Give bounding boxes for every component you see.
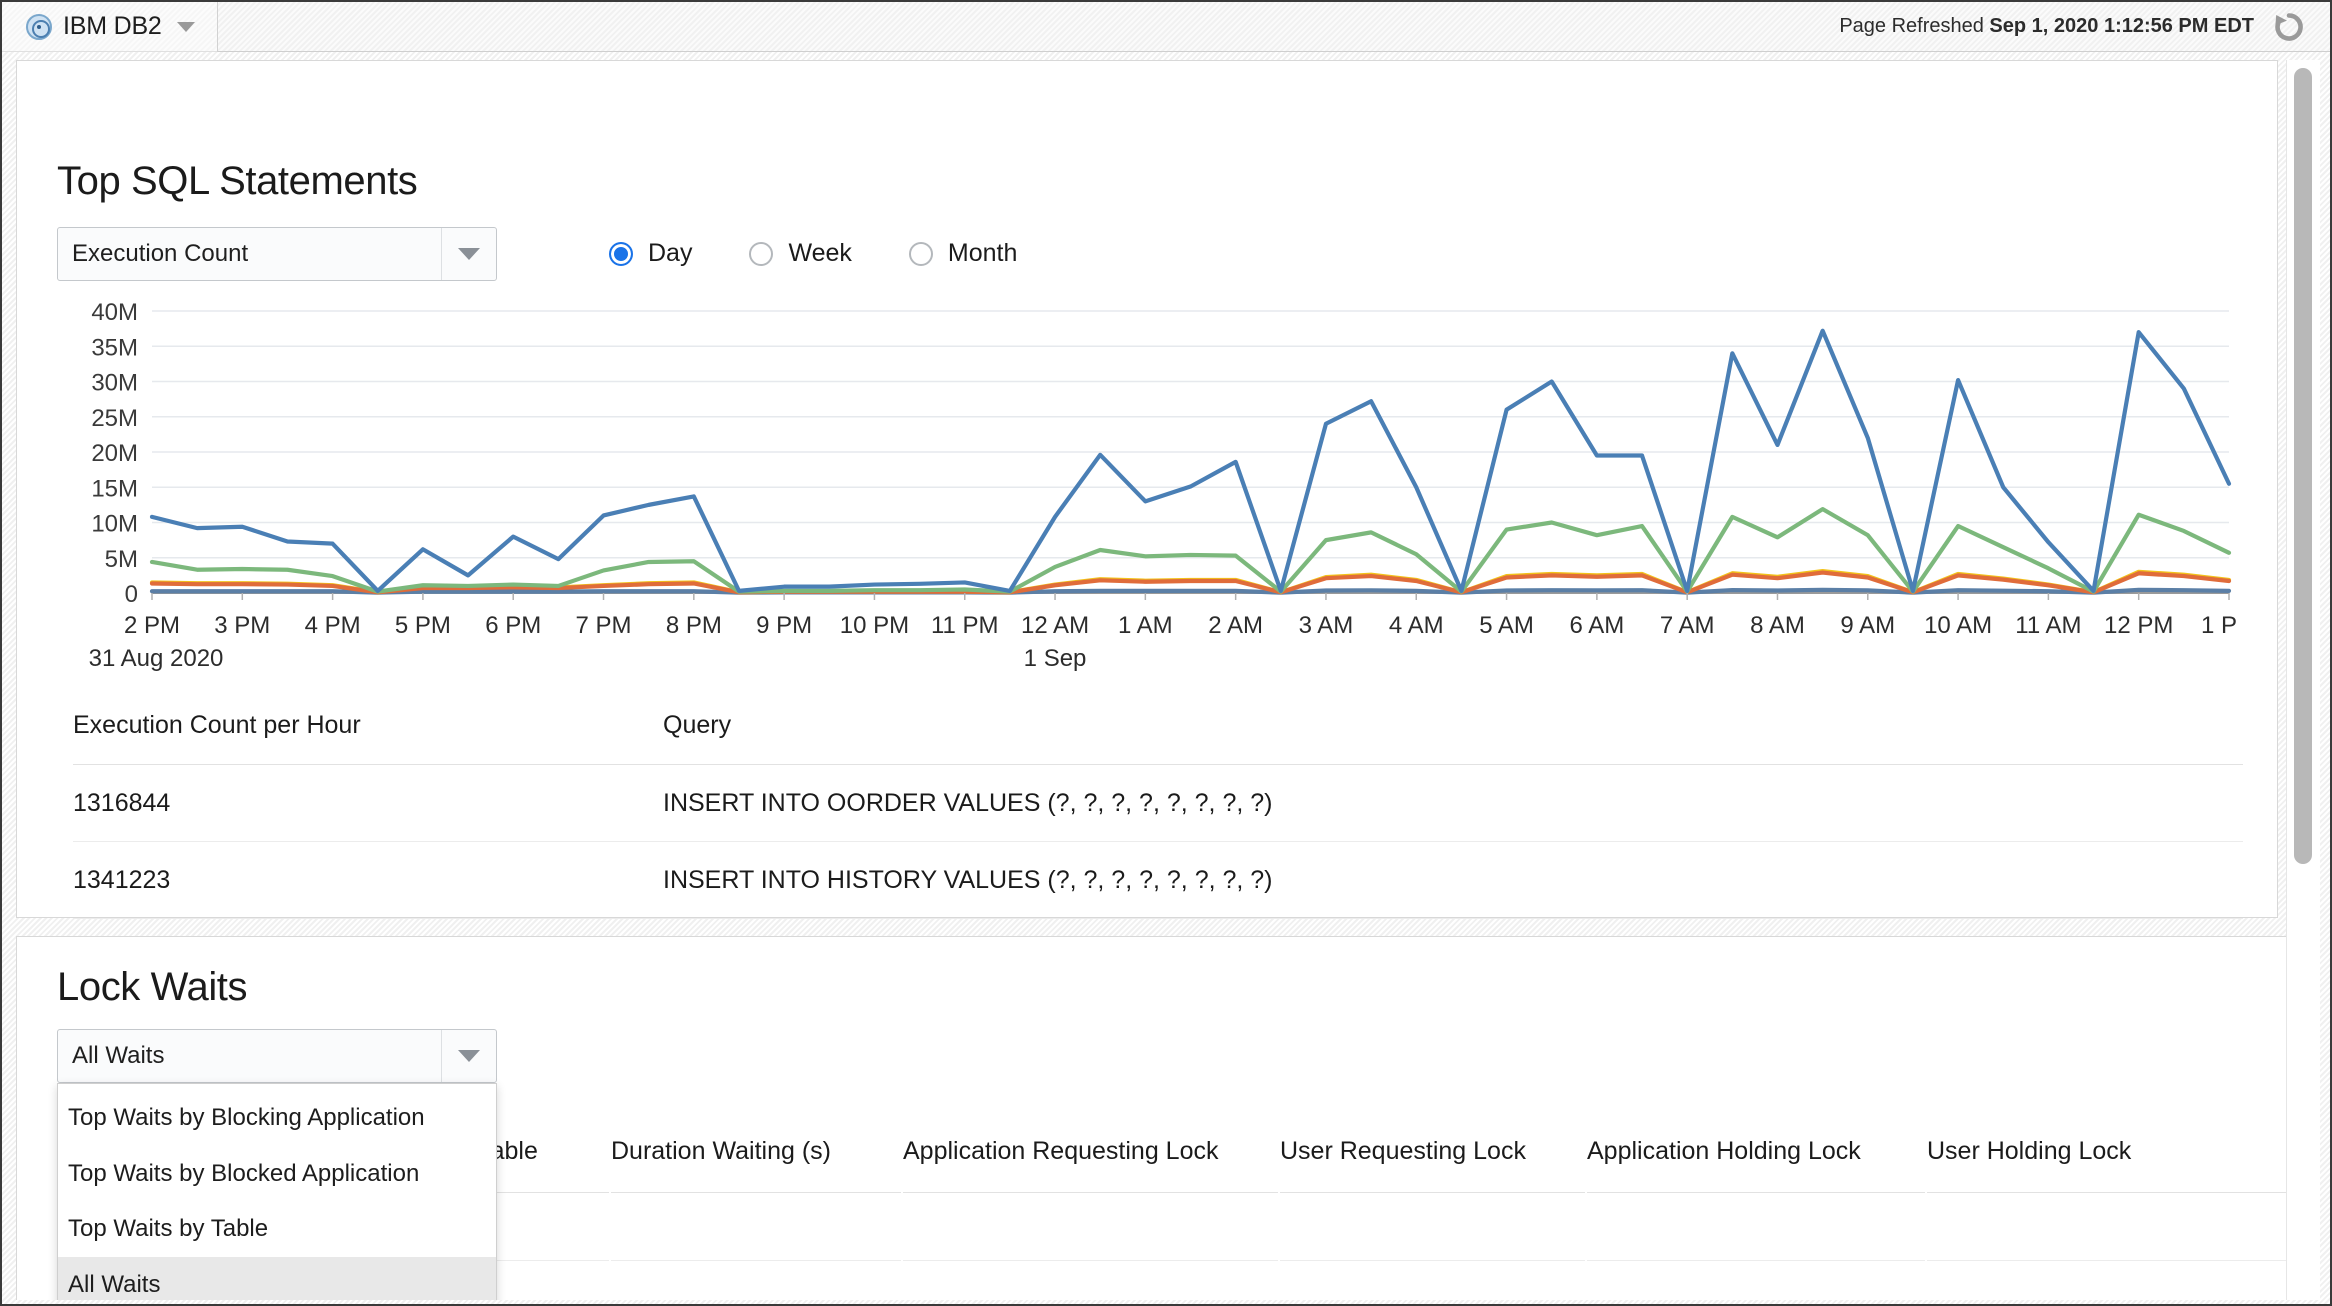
svg-text:2 PM: 2 PM	[124, 612, 180, 639]
dropdown-option-1[interactable]: Top Waits by Blocked Application	[58, 1146, 496, 1202]
radio-week[interactable]: Week	[749, 239, 851, 268]
chevron-down-icon[interactable]	[442, 248, 496, 260]
time-range-radio-group: Day Week Month	[609, 239, 1017, 268]
page-refreshed-prefix: Page Refreshed	[1839, 15, 1984, 37]
cell-execution-count: 1316844	[73, 765, 663, 842]
lock-waits-title: Lock Waits	[57, 965, 247, 1010]
svg-text:5M: 5M	[105, 546, 138, 573]
svg-text:1 PM: 1 PM	[2201, 612, 2237, 639]
column-header-application-holding-lock[interactable]: Application Holding Lock	[1587, 1137, 1925, 1193]
top-tab-bar: IBM DB2 Page Refreshed Sep 1, 2020 1:12:…	[2, 2, 2332, 52]
svg-text:0: 0	[125, 581, 138, 608]
radio-dot	[909, 242, 933, 266]
svg-text:9 AM: 9 AM	[1840, 612, 1895, 639]
table-header-row: Execution Count per Hour Query	[73, 711, 2243, 765]
dropdown-option-3[interactable]: All Waits	[58, 1257, 496, 1300]
svg-text:7 AM: 7 AM	[1660, 612, 1715, 639]
page-title: Top SQL Statements	[57, 159, 417, 204]
refresh-icon[interactable]	[2270, 8, 2308, 46]
table-row[interactable]: 1341223INSERT INTO HISTORY VALUES (?, ?,…	[73, 842, 2243, 919]
chevron-down-icon[interactable]	[442, 1050, 496, 1062]
table-cell	[1927, 1263, 2320, 1300]
table-cell	[903, 1195, 1278, 1261]
svg-text:4 AM: 4 AM	[1389, 612, 1444, 639]
svg-text:1 AM: 1 AM	[1118, 612, 1173, 639]
dropdown-option-2[interactable]: Top Waits by Table	[58, 1201, 496, 1257]
svg-text:10 AM: 10 AM	[1924, 612, 1992, 639]
svg-text:40M: 40M	[91, 301, 138, 326]
table-cell	[611, 1195, 901, 1261]
main-scroll-area: Top SQL Statements Execution Count Day W…	[16, 60, 2320, 1300]
svg-text:20M: 20M	[91, 440, 138, 467]
column-header-query[interactable]: Query	[663, 711, 2243, 765]
svg-text:2 AM: 2 AM	[1208, 612, 1263, 639]
cell-query: INSERT INTO HISTORY VALUES (?, ?, ?, ?, …	[663, 842, 2243, 919]
tab-label: IBM DB2	[63, 12, 162, 41]
svg-text:8 PM: 8 PM	[666, 612, 722, 639]
page-refreshed-text: Page Refreshed Sep 1, 2020 1:12:56 PM ED…	[1839, 15, 2254, 38]
svg-text:11 PM: 11 PM	[931, 612, 999, 639]
page-refresh-area: Page Refreshed Sep 1, 2020 1:12:56 PM ED…	[1839, 2, 2332, 52]
svg-text:10M: 10M	[91, 511, 138, 538]
table-cell	[1587, 1195, 1925, 1261]
tab-ibm-db2[interactable]: IBM DB2	[2, 2, 218, 52]
application-window: IBM DB2 Page Refreshed Sep 1, 2020 1:12:…	[0, 0, 2332, 1306]
chevron-down-icon[interactable]	[177, 22, 195, 32]
table-row[interactable]: 1316844INSERT INTO OORDER VALUES (?, ?, …	[73, 765, 2243, 842]
svg-text:10 PM: 10 PM	[840, 612, 909, 639]
radio-dot	[749, 242, 773, 266]
page-refreshed-timestamp: Sep 1, 2020 1:12:56 PM EDT	[1989, 15, 2254, 37]
svg-text:31 Aug 2020: 31 Aug 2020	[89, 645, 224, 672]
chart-svg: 0 5M 10M 15M 20M 25M 30M 35M 40M 2 PM 3 PM 4 PM 5 PM…	[57, 301, 2237, 681]
table-cell	[611, 1263, 901, 1300]
svg-text:5 PM: 5 PM	[395, 612, 451, 639]
lock-waits-filter-select[interactable]: All Waits	[57, 1029, 497, 1083]
radio-dot	[609, 242, 633, 266]
lock-waits-dropdown-menu[interactable]: Top Waits by Blocking ApplicationTop Wai…	[57, 1083, 497, 1300]
svg-text:5 AM: 5 AM	[1479, 612, 1534, 639]
table-cell	[1280, 1263, 1585, 1300]
svg-text:9 PM: 9 PM	[756, 612, 812, 639]
svg-text:7 PM: 7 PM	[576, 612, 632, 639]
execution-count-line-chart: 0 5M 10M 15M 20M 25M 30M 35M 40M 2 PM 3 PM 4 PM 5 PM…	[57, 301, 2237, 681]
radio-month[interactable]: Month	[909, 239, 1017, 268]
table-cell	[1927, 1195, 2320, 1261]
svg-text:4 PM: 4 PM	[305, 612, 361, 639]
table-cell	[1587, 1263, 1925, 1300]
lock-waits-panel: Lock Waits All Waits Schema Locked Table…	[16, 936, 2306, 1300]
svg-text:1 Sep: 1 Sep	[1024, 645, 1087, 672]
column-header-application-requesting-lock[interactable]: Application Requesting Lock	[903, 1137, 1278, 1193]
svg-text:3 AM: 3 AM	[1299, 612, 1354, 639]
radio-day[interactable]: Day	[609, 239, 692, 268]
svg-text:25M: 25M	[91, 405, 138, 432]
lock-filter-value: All Waits	[58, 1042, 441, 1070]
cell-execution-count: 1341223	[73, 842, 663, 919]
cell-query: INSERT INTO OORDER VALUES (?, ?, ?, ?, ?…	[663, 765, 2243, 842]
radio-label: Week	[788, 239, 851, 268]
svg-text:6 AM: 6 AM	[1570, 612, 1625, 639]
column-header-user-requesting-lock[interactable]: User Requesting Lock	[1280, 1137, 1585, 1193]
svg-text:30M: 30M	[91, 370, 138, 397]
svg-text:3 PM: 3 PM	[214, 612, 270, 639]
svg-text:11 AM: 11 AM	[2015, 612, 2081, 639]
table-cell	[903, 1263, 1278, 1300]
svg-text:8 AM: 8 AM	[1750, 612, 1805, 639]
column-header-user-holding-lock[interactable]: User Holding Lock	[1927, 1137, 2320, 1193]
metric-select[interactable]: Execution Count	[57, 227, 497, 281]
metric-select-value: Execution Count	[58, 240, 441, 268]
vertical-scrollbar-thumb[interactable]	[2294, 68, 2312, 864]
svg-text:6 PM: 6 PM	[485, 612, 541, 639]
column-header-execution-count[interactable]: Execution Count per Hour	[73, 711, 663, 765]
db2-target-icon	[26, 14, 52, 40]
column-header-duration-waiting[interactable]: Duration Waiting (s)	[611, 1137, 901, 1193]
svg-text:12 PM: 12 PM	[2104, 612, 2173, 639]
radio-label: Day	[648, 239, 692, 268]
svg-text:35M: 35M	[91, 334, 138, 361]
svg-text:12 AM: 12 AM	[1021, 612, 1089, 639]
radio-label: Month	[948, 239, 1017, 268]
dropdown-option-0[interactable]: Top Waits by Blocking Application	[58, 1090, 496, 1146]
top-sql-statements-panel: Top SQL Statements Execution Count Day W…	[16, 60, 2278, 918]
svg-text:15M: 15M	[91, 475, 138, 502]
table-cell	[1280, 1195, 1585, 1261]
